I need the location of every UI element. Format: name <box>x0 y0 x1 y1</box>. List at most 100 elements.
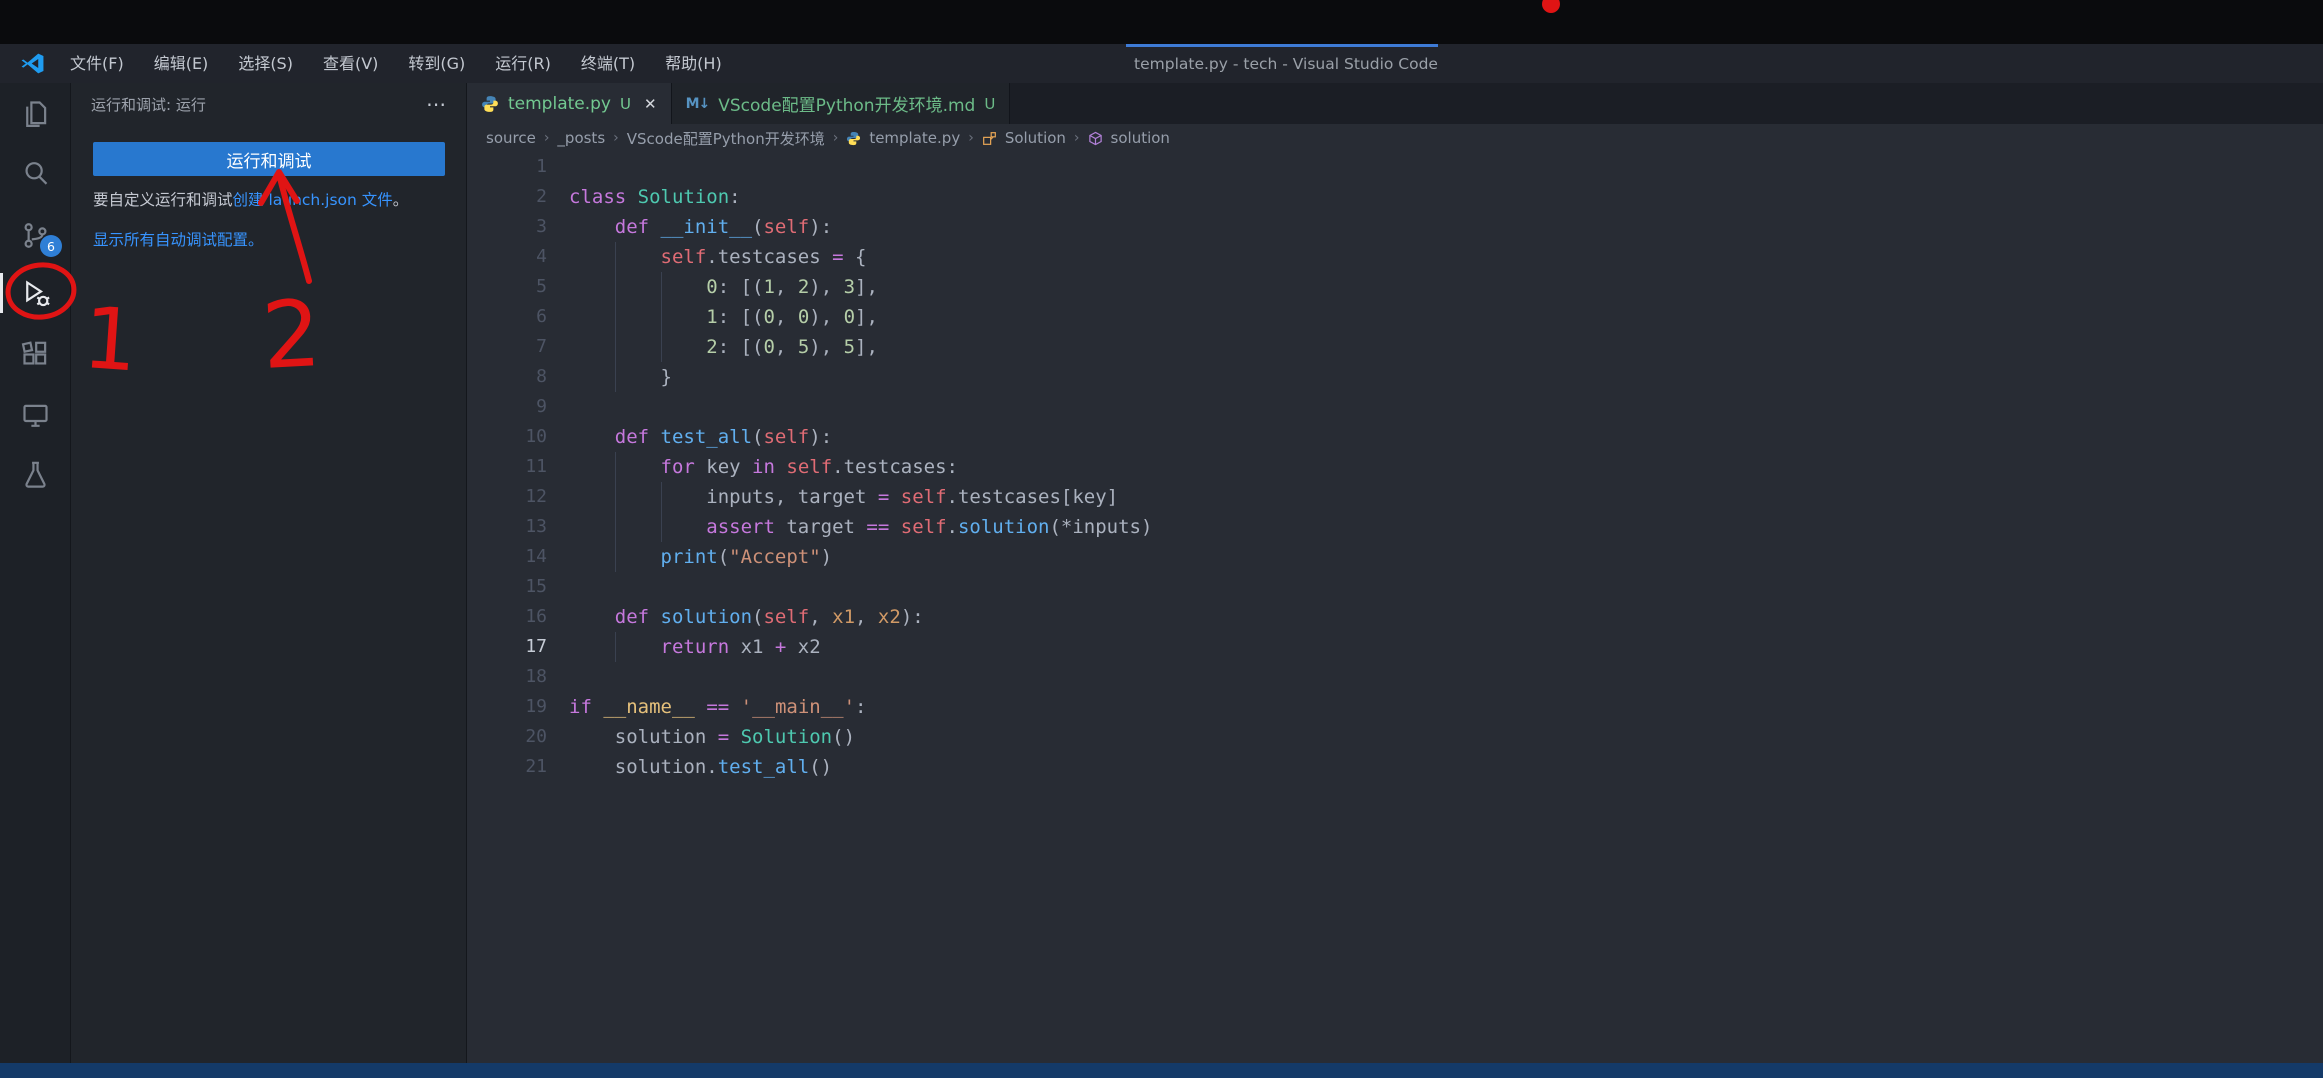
class-icon <box>982 131 997 146</box>
line-number[interactable]: 18 <box>467 662 547 692</box>
line-number[interactable]: 5 <box>467 272 547 302</box>
code-line[interactable]: 9 <box>467 392 2323 422</box>
menu-item-file[interactable]: 文件(F) <box>55 44 139 83</box>
code-token <box>775 456 786 478</box>
status-bar <box>0 1063 2323 1078</box>
breadcrumb-folder[interactable]: VScode配置Python开发环境 <box>627 128 825 149</box>
activity-explorer[interactable] <box>0 91 71 135</box>
line-number[interactable]: 19 <box>467 692 547 722</box>
line-number[interactable]: 10 <box>467 422 547 452</box>
line-number[interactable]: 21 <box>467 752 547 782</box>
breadcrumb-class[interactable]: Solution <box>1005 129 1066 147</box>
python-icon <box>481 95 499 113</box>
code-token: 5 <box>844 336 855 358</box>
code-line[interactable]: 21solution.test_all() <box>467 752 2323 782</box>
code-line[interactable]: 20solution = Solution() <box>467 722 2323 752</box>
menu-item-selection[interactable]: 选择(S) <box>223 44 308 83</box>
breadcrumb-separator: › <box>833 130 839 146</box>
code-line[interactable]: 61: [(0, 0), 0], <box>467 302 2323 332</box>
code-line[interactable]: 50: [(1, 2), 3], <box>467 272 2323 302</box>
code-token: in <box>752 456 775 478</box>
line-number[interactable]: 17 <box>467 632 547 662</box>
code-line[interactable]: 8} <box>467 362 2323 392</box>
line-number[interactable]: 13 <box>467 512 547 542</box>
menu-item-edit[interactable]: 编辑(E) <box>139 44 224 83</box>
line-number[interactable]: 7 <box>467 332 547 362</box>
search-icon <box>19 157 52 190</box>
line-number[interactable]: 20 <box>467 722 547 752</box>
line-number[interactable]: 2 <box>467 182 547 212</box>
menu-item-terminal[interactable]: 终端(T) <box>566 44 650 83</box>
activity-remote-explorer[interactable] <box>0 393 71 437</box>
code-line[interactable]: 4self.testcases = { <box>467 242 2323 272</box>
code-line[interactable]: 19if __name__ == '__main__': <box>467 692 2323 722</box>
activity-search[interactable] <box>0 151 71 195</box>
show-auto-debug-configs-link[interactable]: 显示所有自动调试配置。 <box>93 228 264 250</box>
code-line[interactable]: 2class Solution: <box>467 182 2323 212</box>
menu-item-run[interactable]: 运行(R) <box>480 44 566 83</box>
code-token: , <box>775 336 798 358</box>
code-token: ), <box>809 276 843 298</box>
code-token: . <box>947 516 958 538</box>
line-number[interactable]: 4 <box>467 242 547 272</box>
code-token: ], <box>855 306 878 328</box>
code-line[interactable]: 15 <box>467 572 2323 602</box>
line-number[interactable]: 3 <box>467 212 547 242</box>
menu-item-go[interactable]: 转到(G) <box>393 44 480 83</box>
line-number[interactable]: 9 <box>467 392 547 422</box>
more-actions-icon[interactable]: ⋯ <box>426 92 446 116</box>
code-token: x1 <box>729 636 775 658</box>
activity-source-control[interactable]: 6 <box>0 213 71 257</box>
breadcrumb-symbol[interactable]: solution <box>1111 129 1170 147</box>
indent-guide <box>615 482 661 512</box>
code-line[interactable]: 11for key in self.testcases: <box>467 452 2323 482</box>
code-token: return <box>661 636 730 658</box>
code-token: ) <box>821 546 832 568</box>
code-line[interactable]: 14print("Accept") <box>467 542 2323 572</box>
close-icon[interactable]: ✕ <box>644 95 657 113</box>
activity-run-and-debug[interactable] <box>0 271 71 315</box>
code-line[interactable]: 3def __init__(self): <box>467 212 2323 242</box>
code-token: .testcases[key] <box>947 486 1119 508</box>
indent-guide <box>569 722 615 752</box>
breadcrumb-source[interactable]: source <box>486 129 536 147</box>
breadcrumb-file[interactable]: template.py <box>869 129 960 147</box>
code-line[interactable]: 12inputs, target = self.testcases[key] <box>467 482 2323 512</box>
code-line[interactable]: 10def test_all(self): <box>467 422 2323 452</box>
breadcrumb-posts[interactable]: _posts <box>557 129 605 147</box>
code-token: : [( <box>718 336 764 358</box>
activity-extensions[interactable] <box>0 332 71 376</box>
line-number[interactable]: 6 <box>467 302 547 332</box>
code-line[interactable]: 72: [(0, 5), 5], <box>467 332 2323 362</box>
code-line[interactable]: 18 <box>467 662 2323 692</box>
code-token: 1 <box>706 306 717 328</box>
menu-item-view[interactable]: 查看(V) <box>308 44 393 83</box>
tab-markdown-doc[interactable]: M↓ VScode配置Python开发环境.md U <box>672 83 1011 124</box>
run-and-debug-button[interactable]: 运行和调试 <box>93 142 445 176</box>
code-line[interactable]: 17return x1 + x2 <box>467 632 2323 662</box>
create-launch-json-link[interactable]: 创建 launch.json 文件 <box>233 191 393 209</box>
code-token: 0 <box>844 306 855 328</box>
indent-guide <box>615 632 661 662</box>
line-number[interactable]: 1 <box>467 152 547 182</box>
indent-guide <box>661 482 707 512</box>
activity-testing[interactable] <box>0 452 71 496</box>
code-text: solution = Solution() <box>547 722 855 752</box>
line-number[interactable]: 11 <box>467 452 547 482</box>
line-number[interactable]: 16 <box>467 602 547 632</box>
code-token: () <box>832 726 855 748</box>
line-number[interactable]: 12 <box>467 482 547 512</box>
line-number[interactable]: 14 <box>467 542 547 572</box>
code-token: ( <box>718 546 729 568</box>
code-editor[interactable]: 12class Solution:3def __init__(self):4se… <box>467 152 2323 782</box>
line-number[interactable]: 15 <box>467 572 547 602</box>
code-line[interactable]: 1 <box>467 152 2323 182</box>
line-number[interactable]: 8 <box>467 362 547 392</box>
code-line[interactable]: 16def solution(self, x1, x2): <box>467 602 2323 632</box>
menu-item-help[interactable]: 帮助(H) <box>650 44 737 83</box>
code-token: ): <box>809 426 832 448</box>
tab-template-py[interactable]: template.py U ✕ <box>467 83 672 124</box>
code-token: ( <box>752 606 763 628</box>
code-text: return x1 + x2 <box>547 632 821 662</box>
code-line[interactable]: 13assert target == self.solution(*inputs… <box>467 512 2323 542</box>
